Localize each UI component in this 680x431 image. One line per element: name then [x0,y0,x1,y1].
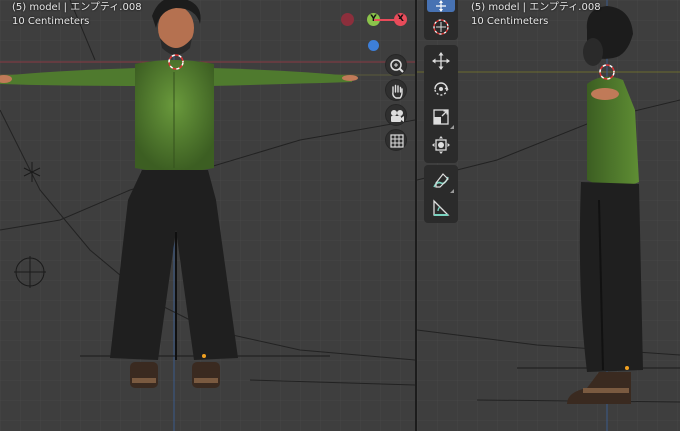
hand-pan-icon [392,84,403,99]
move-tool-icon [436,0,446,12]
cursor-tool-button[interactable] [427,14,455,40]
front-viewport[interactable]: (5) model | エンプティ.008 10 Centimeters Y X [0,0,415,431]
cursor-tool-icon [433,19,449,35]
front-object-info: (5) model | エンプティ.008 [12,2,142,13]
camera-icon [391,110,404,122]
measure-button[interactable] [427,195,455,221]
move-icon [432,52,450,70]
transform-icon [432,136,450,154]
neg-x-axis-dot[interactable] [341,13,354,26]
side-object-info: (5) model | エンプティ.008 [471,2,601,13]
toolbar-group-annotate [424,165,458,223]
tool-options-corner [450,125,454,129]
scale-button[interactable] [427,104,455,130]
camera-view-button[interactable] [385,104,407,126]
transform-button[interactable] [427,132,455,158]
zoom-button[interactable] [385,54,407,76]
ortho-toggle-button[interactable] [385,129,407,151]
pan-button[interactable] [385,79,407,101]
rotate-button[interactable] [427,76,455,102]
front-grid-scale: 10 Centimeters [12,16,90,27]
tool-options-corner [450,189,454,193]
front-grid [0,0,415,431]
side-grid-scale: 10 Centimeters [471,16,549,27]
select-tool-button[interactable] [427,0,455,12]
move-button[interactable] [427,48,455,74]
measure-icon [433,199,450,216]
scale-icon [433,109,449,125]
toolbar-group-transform [424,45,458,163]
zoom-icon [390,59,404,73]
rotate-icon [434,82,449,96]
annotate-icon [433,173,449,188]
z-axis-dot[interactable] [368,40,379,51]
grid-ortho-icon [390,134,404,148]
annotate-button[interactable] [427,168,455,194]
gizmo-axis-line [374,19,400,21]
toolbar-group-select [424,0,458,40]
